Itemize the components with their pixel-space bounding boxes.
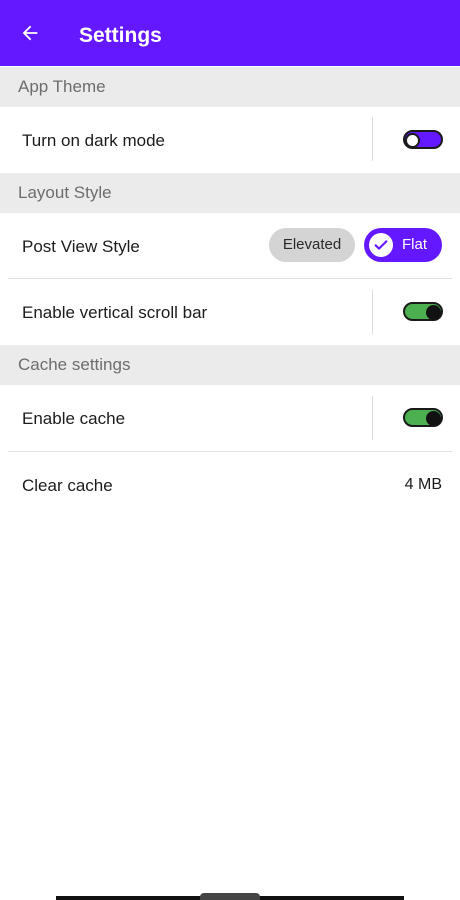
clear-cache-label: Clear cache [22, 476, 113, 495]
row-vertical-scroll-bar[interactable]: Enable vertical scroll bar [0, 279, 460, 344]
row-dark-mode[interactable]: Turn on dark mode [0, 107, 460, 172]
vertical-scroll-bar-label: Enable vertical scroll bar [22, 303, 208, 322]
enable-cache-label: Enable cache [22, 409, 126, 428]
page-title: Settings [79, 24, 162, 47]
switch-thumb [405, 133, 420, 148]
check-icon [374, 240, 388, 250]
row-post-view-style: Post View Style Elevated Flat [0, 213, 460, 278]
row-separator [372, 117, 373, 161]
arrow-left-icon [22, 25, 38, 41]
vertical-scroll-bar-switch[interactable] [403, 302, 443, 321]
dark-mode-label: Turn on dark mode [22, 131, 165, 150]
row-enable-cache[interactable]: Enable cache [0, 385, 460, 450]
chip-flat[interactable]: Flat [364, 228, 442, 262]
switch-thumb [426, 305, 441, 320]
section-header-app-theme: App Theme [0, 67, 460, 107]
row-separator [372, 290, 373, 334]
chip-flat-label: Flat [402, 236, 428, 253]
post-view-style-label: Post View Style [22, 237, 140, 256]
enable-cache-switch[interactable] [403, 408, 443, 427]
switch-thumb [426, 411, 441, 426]
check-circle-icon [369, 233, 393, 257]
app-bar: Settings [0, 0, 460, 66]
back-button[interactable] [14, 17, 46, 49]
row-clear-cache[interactable]: Clear cache 4 MB [0, 452, 460, 517]
section-header-layout-style: Layout Style [0, 173, 460, 213]
cache-size-value: 4 MB [404, 476, 442, 493]
chip-elevated[interactable]: Elevated [269, 228, 355, 262]
dark-mode-switch[interactable] [403, 130, 443, 149]
section-header-cache-settings: Cache settings [0, 345, 460, 385]
home-gesture-handle[interactable] [200, 893, 260, 900]
row-separator [372, 396, 373, 440]
